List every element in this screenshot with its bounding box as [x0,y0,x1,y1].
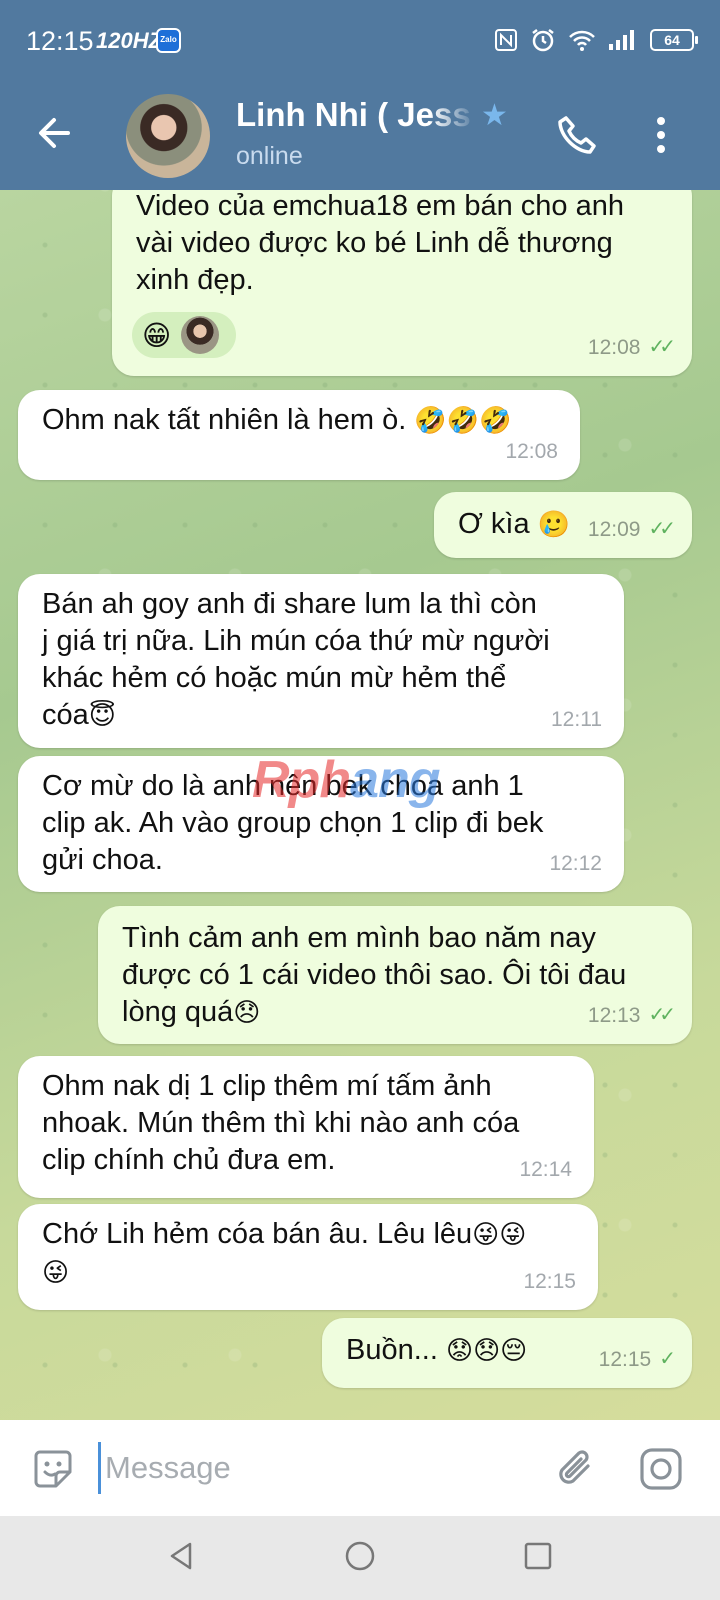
contact-avatar[interactable] [126,94,210,178]
message-text: Video của emchua18 em bán cho anh [136,190,624,222]
message-bubble-outgoing[interactable]: Ơ kìa 🥲 12:09 ✓✓ [434,492,692,558]
message-reactions[interactable]: 😁 [132,312,236,358]
message-time: 12:14 [519,1158,572,1181]
message-bubble-incoming[interactable]: Chớ Lih hẻm cóa bán âu. Lêu lêu😜😜 😜 12:1… [18,1204,598,1310]
message-emoji: 😟😞😔 [445,1336,528,1366]
read-ticks-icon: ✓✓ [648,518,675,540]
wifi-icon [569,30,595,51]
message-text: nhoak. Mún thêm thì khi nào anh cóa [42,1107,520,1139]
title-fade [430,94,476,136]
message-text: được có 1 cái video thôi sao. Ôi tôi đau [122,959,627,991]
message-time: 12:13 [587,1004,641,1027]
message-emoji: 🥲 [537,510,571,540]
signal-icon [609,30,634,50]
message-bubble-outgoing[interactable]: Buồn... 😟😞😔 12:15 ✓ [322,1318,692,1388]
read-ticks-icon: ✓✓ [648,336,675,358]
status-bar: 12:15 120HZ Zalo 64 [0,0,720,80]
nav-home-icon[interactable] [340,1536,380,1576]
refresh-rate-label: 120HZ [96,28,163,53]
sent-tick-icon: ✓ [659,1348,676,1370]
message-meta: 12:08 ✓✓ [587,329,676,366]
message-bubble-incoming[interactable]: Cơ mừ do là anh nên bek choa anh 1 clip … [18,756,624,892]
message-text: xinh đẹp. [136,264,254,296]
message-time: 12:12 [549,852,602,875]
message-text: Chớ Lih hẻm cóa bán âu. Lêu lêu [42,1218,473,1250]
star-icon: ★ [481,99,508,132]
message-text: Ohm nak dị 1 clip thêm mí tấm ảnh [42,1070,492,1102]
message-time: 12:09 [587,518,641,541]
message-bubble-incoming[interactable]: Bán ah goy anh đi share lum la thì còn j… [18,574,624,748]
message-meta: 12:13 ✓✓ [587,997,676,1034]
status-icons: 64 [494,22,698,58]
message-text: vài video được ko bé Linh dễ thương [136,227,613,259]
message-time: 12:15 [523,1270,576,1293]
message-text: Ơ kìa [458,508,530,540]
message-bubble-outgoing[interactable]: Tình cảm anh em mình bao năm nay được có… [98,906,692,1044]
message-time: 12:08 [587,336,641,359]
message-meta: 12:09 ✓✓ [587,511,676,548]
battery-icon: 64 [650,29,698,51]
camera-icon[interactable] [636,1444,686,1494]
nav-recent-icon[interactable] [518,1536,558,1576]
message-bubble-outgoing[interactable]: Video của emchua18 em bán cho anh vài vi… [112,190,692,376]
phone-icon[interactable] [552,110,602,160]
message-text: Ohm nak tất nhiên là hem ò. [42,404,407,436]
message-meta: 12:11 [551,701,602,738]
message-time: 12:15 [598,1348,652,1371]
message-text: Cơ mừ do là anh nên bek choa anh 1 [42,770,524,802]
message-input[interactable] [98,1442,518,1494]
chat-area[interactable]: Video của emchua18 em bán cho anh vài vi… [0,190,720,1420]
message-bubble-incoming[interactable]: Ohm nak dị 1 clip thêm mí tấm ảnh nhoak.… [18,1056,594,1198]
chat-header: Linh Nhi ( Jess ★ online [0,80,720,190]
nav-back-icon[interactable] [162,1536,202,1576]
reaction-emoji: 😁 [142,318,172,352]
message-text: clip chính chủ đưa em. [42,1144,336,1176]
message-emoji: 😇 [88,701,116,731]
zalo-notification-icon: Zalo [156,28,181,53]
more-vertical-icon[interactable] [646,110,676,160]
message-time: 12:08 [505,440,558,463]
message-meta: 12:12 [549,845,602,882]
read-ticks-icon: ✓✓ [648,1004,675,1026]
attach-icon[interactable] [552,1444,602,1494]
message-emoji: 😜😜 [472,1220,527,1250]
contact-status: online [236,142,303,170]
system-navigation-bar [0,1516,720,1600]
message-text: gửi choa. [42,844,163,876]
back-arrow-icon[interactable] [30,108,80,158]
alarm-icon [532,29,554,52]
message-emoji: 😞 [233,998,261,1028]
reaction-avatar [181,316,220,354]
message-text: Tình cảm anh em mình bao năm nay [122,922,596,954]
message-text: lòng quá [122,996,234,1028]
message-meta: 12:15 ✓ [598,1341,676,1378]
message-meta: 12:08 [505,433,558,470]
message-text: Bán ah goy anh đi share lum la thì còn [42,588,537,620]
message-text: clip ak. Ah vào group chọn 1 clip đi bek [42,807,544,839]
message-meta: 12:15 [523,1263,576,1300]
message-text: j giá trị nữa. Lih mún cóa thứ mừ người [42,625,550,657]
message-text: Buồn... [346,1334,438,1366]
status-time: 12:15 [26,26,94,56]
message-meta: 12:14 [519,1151,572,1188]
message-emoji: 😜 [42,1258,70,1288]
message-input-bar [0,1420,720,1516]
message-bubble-incoming[interactable]: Ohm nak tất nhiên là hem ò. 🤣🤣🤣 12:08 [18,390,580,480]
message-time: 12:11 [551,708,602,731]
nfc-icon [495,29,517,51]
sticker-icon[interactable] [28,1444,78,1494]
message-text: khác hẻm có hoặc mún mừ hẻm thể [42,662,507,694]
message-text: cóa [42,699,89,731]
message-emoji: 🤣🤣🤣 [414,406,512,436]
